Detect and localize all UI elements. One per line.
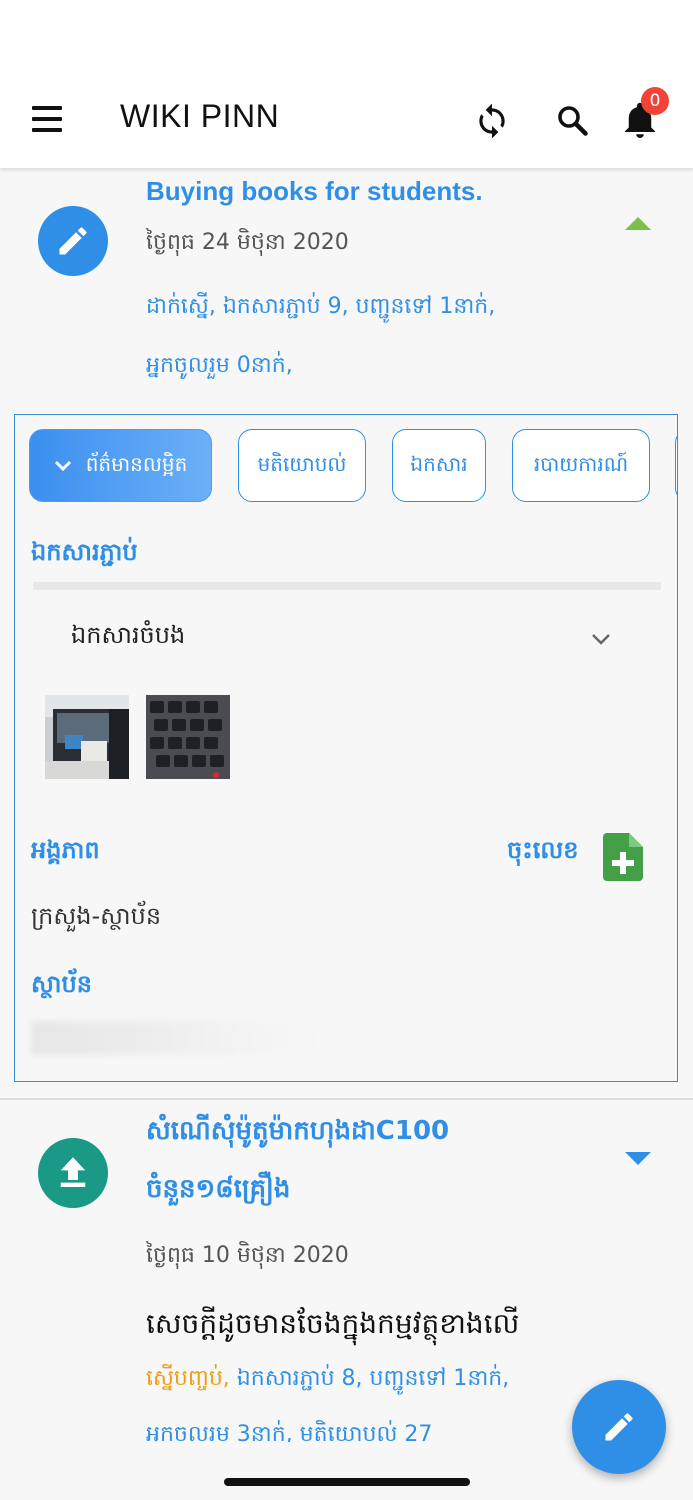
expand-chevron-icon[interactable]: [591, 631, 611, 650]
tab-documents-label: ឯកសារ: [410, 451, 468, 476]
menu-icon[interactable]: [32, 106, 62, 134]
attachment-group-label[interactable]: ឯកសារចំបង: [71, 620, 185, 655]
tab-details-label: ព័ត៌មានលម្អិត: [85, 451, 188, 476]
tab-comments-label: មតិយោបល់: [257, 451, 347, 476]
sync-icon[interactable]: [473, 102, 511, 144]
home-indicator[interactable]: [224, 1478, 470, 1486]
edit-icon: [605, 1413, 633, 1441]
tab-details[interactable]: ព័ត៌មានលម្អិត: [29, 429, 212, 502]
card-meta-rest: ឯកសារភ្ជាប់ 8, បញ្ជូនទៅ 1នាក់,: [229, 1366, 510, 1391]
attachment-thumbnail[interactable]: [146, 695, 230, 779]
compose-fab-button[interactable]: [572, 1380, 666, 1474]
add-document-icon[interactable]: [603, 833, 643, 885]
card-meta: ដាក់ស្នើ, ឯកសារភ្ជាប់ 9, បញ្ជូនទៅ 1នាក់,: [146, 294, 496, 319]
card-meta-participants: អ្នកចូលរួម 0នាក់,: [146, 353, 293, 378]
entity-value: ក្រសួង-ស្ថាប័ន: [31, 902, 162, 930]
tab-comments[interactable]: មតិយោបល់: [238, 429, 366, 502]
entity-heading: អង្គភាព: [31, 836, 100, 864]
upload-circle-icon: [38, 1138, 108, 1208]
card-meta-participants: អ្នកចូលរួម 3នាក់, មតិយោបល់ 27: [146, 1422, 433, 1442]
card-title-line2[interactable]: ចំនួន១៨គ្រឿង: [146, 1172, 290, 1210]
card-meta: ស្នើបញ្ចប់, ឯកសារភ្ជាប់ 8, បញ្ជូនទៅ 1នាក…: [146, 1364, 509, 1396]
card-description: សេចក្តីដូចមានចែងក្នុងកម្មវត្ថុខាងលើ: [146, 1307, 520, 1340]
tab-documents[interactable]: ឯកសារ: [392, 429, 486, 502]
tab-reports-label: របាយការណ៍: [533, 451, 629, 476]
tab-reports[interactable]: របាយការណ៍: [512, 429, 650, 502]
card-title[interactable]: សំណើសុំម៉ូតូម៉ាកហុងដាC100: [146, 1114, 449, 1152]
attachment-thumbnail[interactable]: [45, 695, 129, 779]
chevron-down-icon: [54, 460, 71, 471]
expand-arrow-icon[interactable]: [625, 1150, 651, 1169]
attachments-heading: ឯកសារភ្ជាប់: [31, 538, 138, 566]
search-icon[interactable]: [554, 102, 590, 142]
institution-value-obscured: [31, 1021, 311, 1055]
card-meta-clip: អ្នកចូលរួម 3នាក់, មតិយោបល់ 27: [146, 1420, 586, 1442]
notification-count-badge: 0: [641, 87, 669, 115]
status-label: ស្នើបញ្ចប់,: [146, 1366, 230, 1391]
card-separator: [0, 1098, 693, 1100]
card-date: ថ្ងៃពុធ 24 មិថុនា 2020: [146, 230, 349, 255]
register-label: ចុះលេខ: [507, 836, 579, 864]
top-app-bar: [0, 0, 693, 168]
section-divider: [33, 582, 661, 590]
detail-panel: ព័ត៌មានលម្អិត មតិយោបល់ ឯកសារ របាយការណ៍ ឯ…: [14, 414, 678, 1082]
tab-more[interactable]: [675, 429, 677, 502]
institution-heading: ស្ថាប័ន: [31, 970, 92, 998]
app-title: WIKI PINN: [120, 98, 280, 134]
card-date: ថ្ងៃពុធ 10 មិថុនា 2020: [146, 1243, 349, 1268]
collapse-arrow-icon[interactable]: [625, 216, 651, 235]
edit-circle-icon: [38, 206, 108, 276]
card-title[interactable]: Buying books for students.: [146, 176, 483, 207]
